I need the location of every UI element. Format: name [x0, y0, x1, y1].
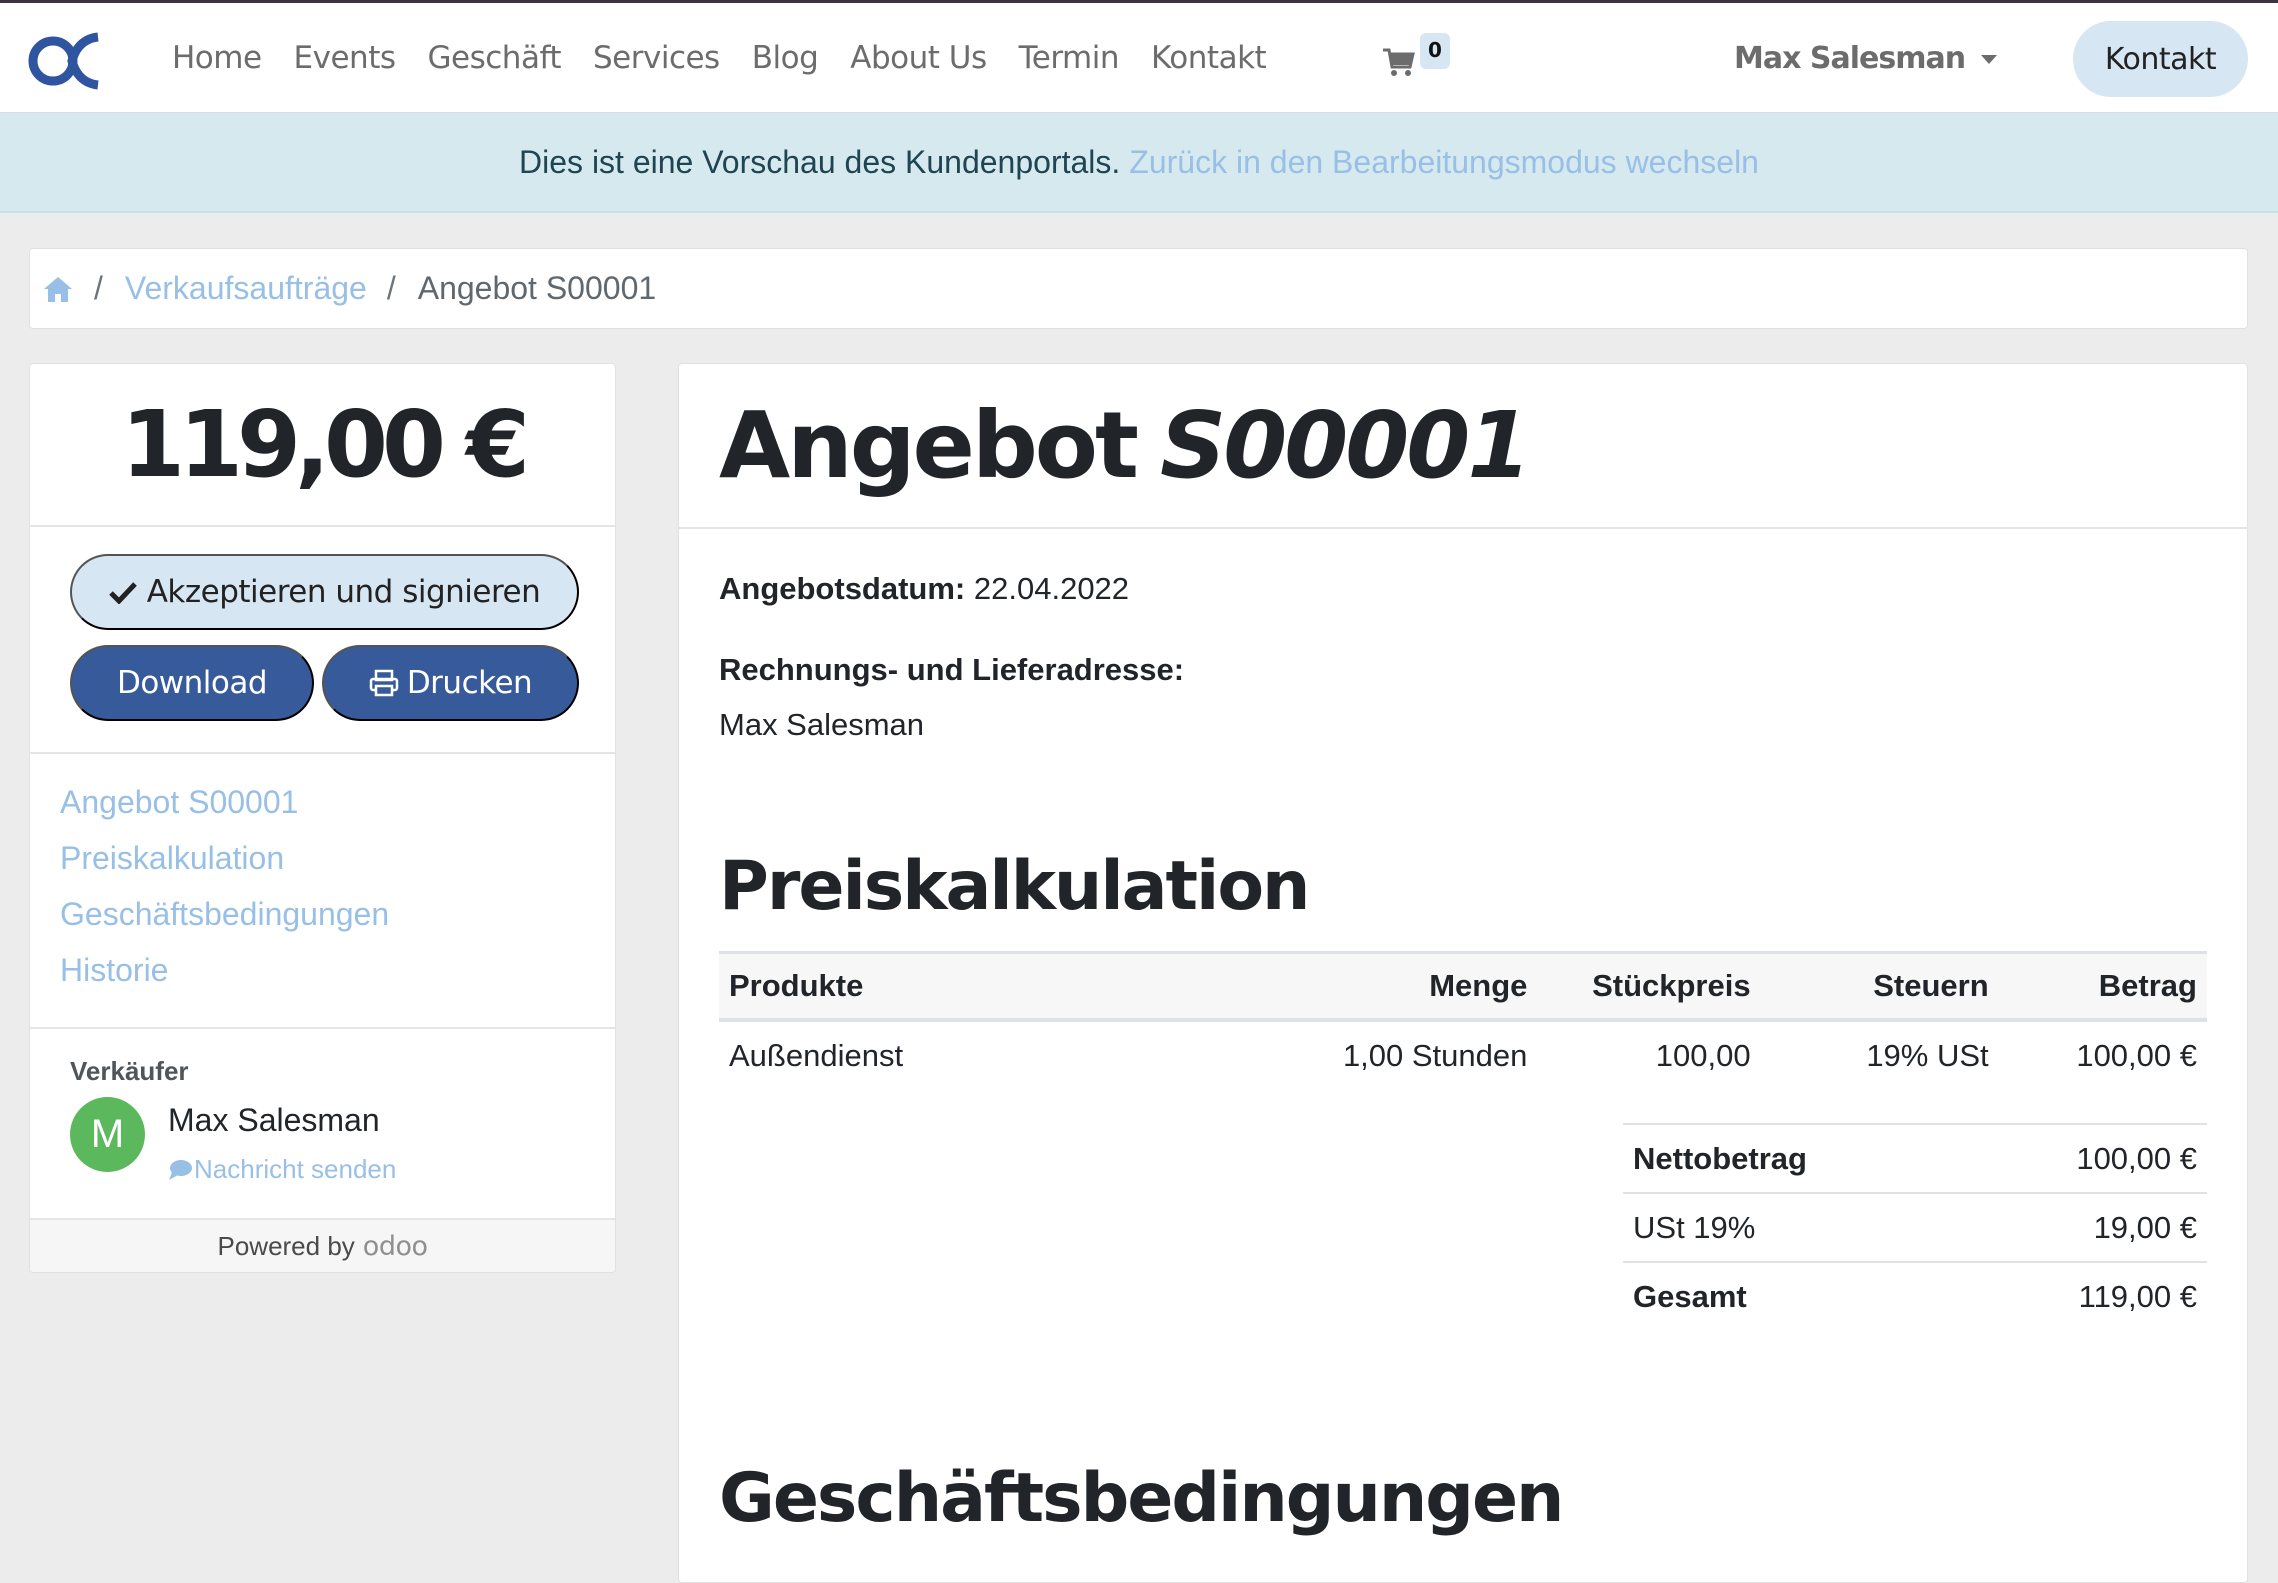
- tax-label: USt 19%: [1633, 1209, 1756, 1245]
- user-name: Max Salesman: [1734, 40, 1966, 76]
- accept-label: Akzeptieren und signieren: [146, 574, 541, 610]
- address-value: Max Salesman: [719, 707, 925, 742]
- chat-bubble-icon: [169, 1159, 192, 1180]
- total-label: Gesamt: [1633, 1279, 1747, 1314]
- send-message-label: Nachricht senden: [194, 1154, 397, 1184]
- banner-text: Dies ist eine Vorschau des Kundenportals…: [519, 143, 1121, 180]
- toc-terms[interactable]: Geschäftsbedingungen: [60, 886, 389, 942]
- divider: [30, 752, 615, 754]
- seller-avatar: M: [70, 1097, 145, 1172]
- title-number: S00001: [1160, 392, 1531, 499]
- toc-history[interactable]: Historie: [60, 942, 389, 998]
- totals-row-net: Nettobetrag 100,00 €: [1623, 1124, 2207, 1193]
- total-amount: 119,00 €: [30, 364, 615, 527]
- nav-shop[interactable]: Geschäft: [428, 40, 562, 76]
- net-value: 100,00 €: [2076, 1140, 2197, 1176]
- contact-button[interactable]: Kontakt: [2073, 21, 2248, 97]
- nav-contact[interactable]: Kontakt: [1151, 40, 1267, 76]
- totals-row-total: Gesamt 119,00 €: [1623, 1262, 2207, 1331]
- cell-quantity: 1,00 Stunden: [1342, 1037, 1528, 1073]
- cell-amount: 100,00 €: [2076, 1037, 2197, 1073]
- printer-icon: [369, 669, 399, 697]
- breadcrumb: / Verkaufsaufträge / Angebot S00001: [29, 248, 2248, 329]
- cell-unit-price: 100,00: [1655, 1037, 1751, 1073]
- powered-by-footer: Powered by odoo: [30, 1218, 615, 1272]
- table-header-row: Produkte Menge Stückpreis Steuern Betrag: [719, 952, 2207, 1020]
- nav-about-us[interactable]: About Us: [850, 40, 987, 76]
- title-prefix: Angebot: [719, 392, 1139, 499]
- col-unit-price: Stückpreis: [1592, 967, 1751, 1003]
- toc-pricing[interactable]: Preiskalkulation: [60, 830, 389, 886]
- nav-events[interactable]: Events: [294, 40, 396, 76]
- print-label: Drucken: [406, 665, 533, 701]
- caret-down-icon: [1981, 54, 1998, 64]
- nav-services[interactable]: Services: [593, 40, 720, 76]
- breadcrumb-separator: /: [94, 270, 103, 306]
- col-amount: Betrag: [2098, 967, 2197, 1003]
- checkmark-icon: [108, 582, 137, 604]
- send-message-link[interactable]: Nachricht senden: [168, 1154, 396, 1185]
- seller-label: Verkäufer: [70, 1056, 189, 1086]
- terms-heading: Geschäftsbedingungen: [719, 1459, 1564, 1538]
- cart-count-badge: 0: [1420, 33, 1450, 69]
- net-label: Nettobetrag: [1633, 1140, 1807, 1176]
- quote-sidebar: 119,00 € Akzeptieren und signieren Downl…: [29, 363, 616, 1273]
- col-products: Produkte: [729, 967, 864, 1003]
- address-label: Rechnungs- und Lieferadresse:: [719, 652, 1185, 687]
- back-to-edit-link[interactable]: Zurück in den Bearbeitungsmodus wechseln: [1129, 144, 1759, 181]
- divider: [679, 527, 2247, 529]
- totals-row-tax: USt 19% 19,00 €: [1623, 1193, 2207, 1262]
- table-of-contents: Angebot S00001 Preiskalkulation Geschäft…: [60, 774, 389, 998]
- toc-quote[interactable]: Angebot S00001: [60, 774, 389, 830]
- nav-appointment[interactable]: Termin: [1019, 40, 1120, 76]
- totals-table: Nettobetrag 100,00 € USt 19% 19,00 € Ges…: [1623, 1123, 2207, 1331]
- home-icon[interactable]: [42, 275, 74, 303]
- seller-name: Max Salesman: [168, 1102, 380, 1138]
- cell-taxes: 19% USt: [1866, 1037, 1989, 1073]
- breadcrumb-current: Angebot S00001: [417, 270, 657, 306]
- odoo-logo[interactable]: odoo: [363, 1231, 428, 1262]
- alpha-logo-icon[interactable]: [28, 31, 106, 91]
- print-button[interactable]: Drucken: [322, 645, 579, 721]
- main-nav: Home Events Geschäft Services Blog About…: [172, 3, 1298, 113]
- quote-date-value: 22.04.2022: [973, 571, 1130, 606]
- order-lines-table: Produkte Menge Stückpreis Steuern Betrag…: [719, 951, 2207, 1090]
- nav-home[interactable]: Home: [172, 40, 262, 76]
- user-menu-dropdown[interactable]: Max Salesman: [1734, 3, 1998, 113]
- total-value: 119,00 €: [2078, 1279, 2197, 1314]
- pricing-heading: Preiskalkulation: [719, 847, 1310, 926]
- breadcrumb-separator: /: [386, 270, 396, 306]
- table-row: Außendienst 1,00 Stunden 100,00 19% USt …: [719, 1020, 2207, 1090]
- quote-document: Angebot S00001 Angebotsdatum: 22.04.2022…: [678, 363, 2248, 1583]
- powered-by-text: Powered by: [217, 1230, 355, 1261]
- cell-product: Außendienst: [729, 1037, 904, 1073]
- cart-button[interactable]: 0: [1378, 33, 1458, 93]
- preview-banner: Dies ist eine Vorschau des Kundenportals…: [0, 113, 2278, 213]
- breadcrumb-sales-orders[interactable]: Verkaufsaufträge: [125, 270, 367, 307]
- navbar: Home Events Geschäft Services Blog About…: [0, 3, 2278, 113]
- download-button[interactable]: Download: [70, 645, 314, 721]
- document-title: Angebot S00001: [719, 364, 1531, 527]
- divider: [30, 1027, 615, 1029]
- col-taxes: Steuern: [1873, 967, 1989, 1003]
- shopping-cart-icon: [1383, 48, 1415, 76]
- quote-date-row: Angebotsdatum: 22.04.2022: [719, 571, 1129, 607]
- tax-value: 19,00 €: [2093, 1209, 2197, 1245]
- accept-and-sign-button[interactable]: Akzeptieren und signieren: [70, 554, 579, 630]
- quote-date-label: Angebotsdatum:: [719, 571, 966, 606]
- nav-blog[interactable]: Blog: [752, 40, 819, 76]
- col-quantity: Menge: [1429, 967, 1528, 1003]
